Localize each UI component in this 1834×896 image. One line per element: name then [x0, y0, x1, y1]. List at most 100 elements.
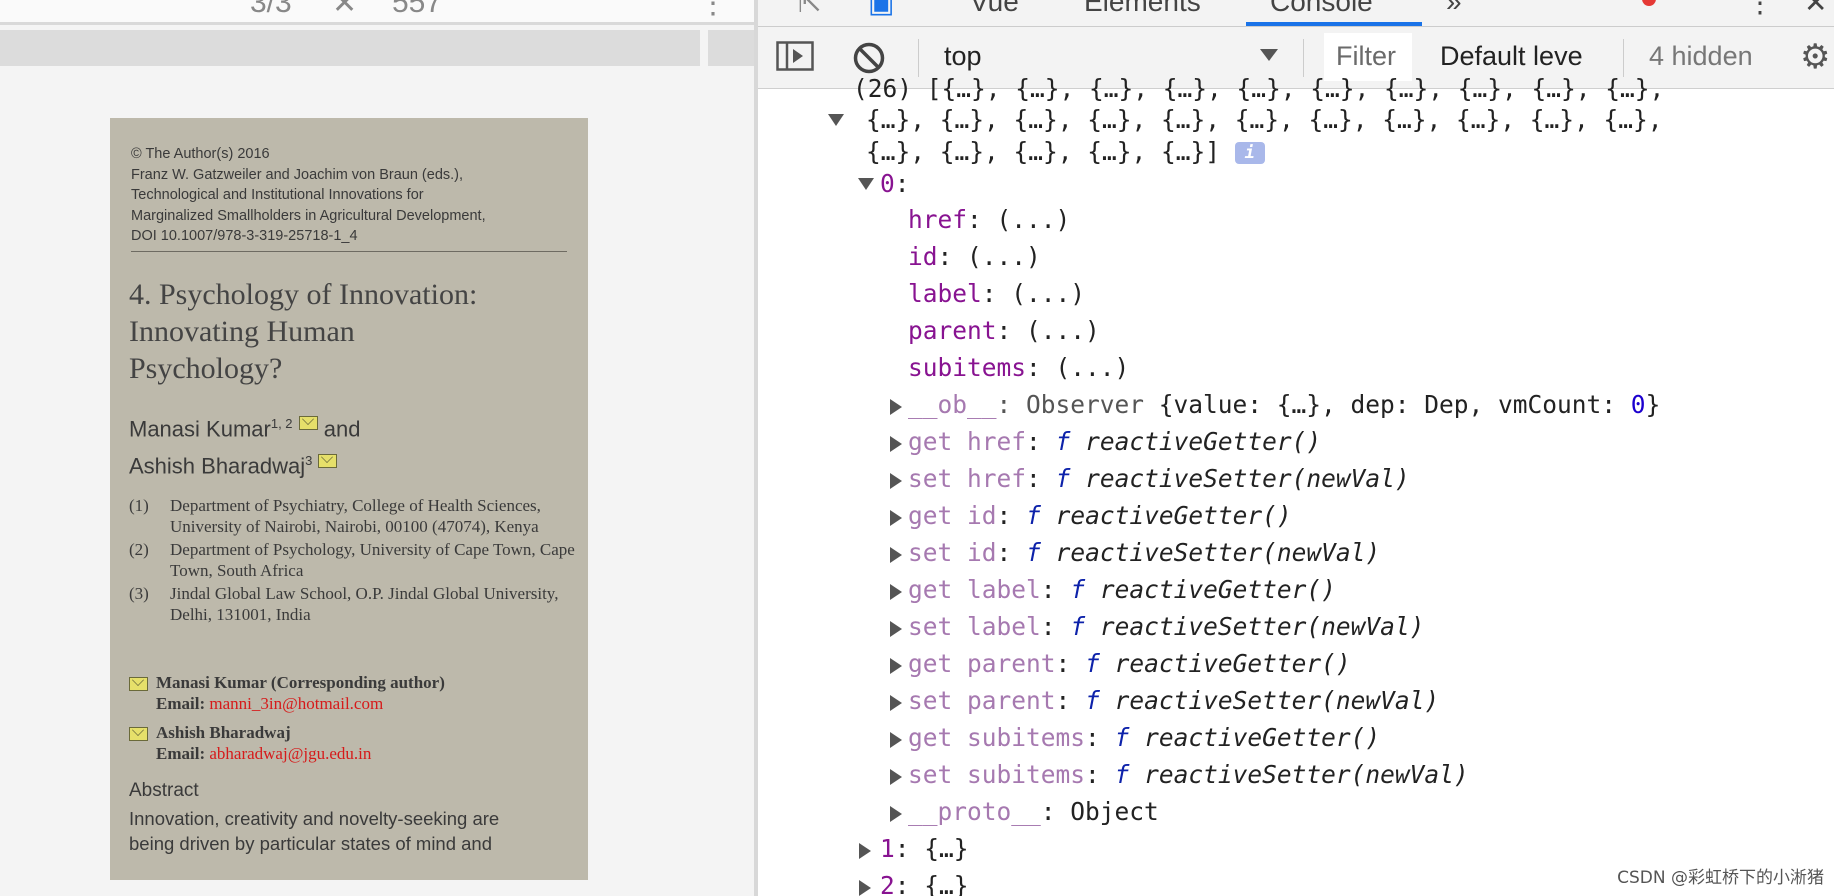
accessor-row[interactable]: get href: f reactiveGetter()	[908, 427, 1321, 456]
accessor-row[interactable]: get parent: f reactiveGetter()	[908, 649, 1351, 678]
info-icon[interactable]: i	[1234, 142, 1265, 164]
property-value[interactable]: : (...)	[967, 205, 1070, 234]
observer-row[interactable]: __ob__: Observer {value: {…}, dep: Dep, …	[908, 390, 1660, 419]
accessor-row[interactable]: set parent: f reactiveSetter(newVal)	[908, 686, 1439, 715]
array-summary-line: (26) [{…}, {…}, {…}, {…}, {…}, {…}, {…},…	[853, 74, 1665, 103]
expand-arrow-icon[interactable]	[859, 843, 871, 859]
title-line: Psychology?	[129, 352, 283, 385]
hidden-count: 4 hidden	[1649, 41, 1753, 71]
expand-arrow-icon[interactable]	[890, 473, 902, 489]
tab-elements[interactable]: Elements	[1084, 0, 1201, 18]
accessor-row[interactable]: get id: f reactiveGetter()	[908, 501, 1292, 530]
device-toggle-icon[interactable]: ▣	[868, 0, 894, 19]
entry-key: 2	[880, 871, 895, 896]
envelope-icon	[129, 677, 148, 691]
sidebar-toggle-icon[interactable]	[776, 41, 814, 76]
gear-icon[interactable]: ⚙	[1800, 37, 1830, 77]
expand-arrow-icon[interactable]	[890, 806, 902, 822]
tab-vue[interactable]: Vue	[970, 0, 1019, 18]
observer-close: }	[1645, 390, 1661, 419]
envelope-icon	[129, 727, 148, 741]
accessor-row[interactable]: set id: f reactiveSetter(newVal)	[908, 538, 1380, 567]
error-badge[interactable]	[1642, 0, 1656, 6]
envelope-icon[interactable]	[318, 453, 338, 468]
expand-arrow-icon[interactable]	[890, 547, 902, 563]
property-key: label	[967, 575, 1041, 604]
chevron-down-icon[interactable]	[1260, 49, 1278, 61]
observer-type: : Observer	[996, 390, 1159, 419]
function-name: reactiveGetter()	[1055, 501, 1292, 530]
object-entry-0[interactable]: 0:	[880, 169, 910, 198]
function-name: reactiveGetter()	[1144, 723, 1381, 752]
expand-arrow-icon[interactable]	[858, 178, 874, 190]
function-icon: f	[1114, 723, 1130, 752]
more-icon[interactable]: ⋮	[698, 0, 728, 21]
expand-arrow-icon[interactable]	[890, 399, 902, 415]
vm-count: 0	[1630, 390, 1646, 419]
toolbar-separator	[1623, 39, 1624, 77]
entry-preview: : {…}	[894, 834, 969, 863]
devtools-menu-icon[interactable]: ⋮	[1746, 0, 1774, 19]
divider	[131, 251, 567, 252]
book-title-line: Technological and Institutional Innovati…	[131, 187, 424, 203]
expand-arrow-icon[interactable]	[890, 436, 902, 452]
context-selector[interactable]: top	[944, 41, 982, 72]
expand-arrow-icon[interactable]	[890, 695, 902, 711]
property-value[interactable]: : (...)	[997, 316, 1100, 345]
corresponding-author-1: Manasi Kumar (Corresponding author) Emai…	[129, 673, 579, 714]
accessor-row[interactable]: get subitems: f reactiveGetter()	[908, 723, 1380, 752]
expand-arrow-icon[interactable]	[890, 658, 902, 674]
affiliation-item: (2) Department of Psychology, University …	[129, 540, 579, 581]
property-value[interactable]: : (...)	[982, 279, 1085, 308]
accessor-kind: set	[908, 538, 953, 567]
expand-arrow-icon[interactable]	[890, 584, 902, 600]
accessor-kind: get	[908, 575, 953, 604]
observer-preview: {value: {…}, dep: Dep, vmCount:	[1158, 390, 1631, 419]
function-name: reactiveGetter()	[1085, 427, 1322, 456]
title-line: 4. Psychology of Innovation:	[129, 278, 478, 311]
entry-key: 1	[880, 834, 895, 863]
object-entry-2[interactable]: 2: {…}	[880, 871, 969, 896]
expand-arrow-icon[interactable]	[859, 880, 871, 896]
email-label: Email:	[156, 693, 206, 713]
more-tabs-button[interactable]: »	[1446, 0, 1462, 18]
affiliation-number: (1)	[129, 496, 149, 515]
email-link[interactable]: abharadwaj@jgu.edu.in	[209, 744, 371, 763]
proto-row[interactable]: __proto__: Object	[908, 797, 1159, 826]
property-key: parent	[967, 649, 1056, 678]
inspect-icon[interactable]: ⇱	[798, 0, 821, 19]
property-value[interactable]: : (...)	[1026, 353, 1129, 382]
accessor-row[interactable]: set label: f reactiveSetter(newVal)	[908, 612, 1424, 641]
filter-placeholder: Filter	[1336, 41, 1396, 71]
function-icon: f	[1055, 427, 1071, 456]
accessor-row[interactable]: set subitems: f reactiveSetter(newVal)	[908, 760, 1469, 789]
function-name: reactiveSetter(newVal)	[1114, 686, 1440, 715]
accessor-row[interactable]: set href: f reactiveSetter(newVal)	[908, 464, 1410, 493]
expand-arrow-icon[interactable]	[890, 510, 902, 526]
log-levels-dropdown[interactable]: Default leve	[1440, 41, 1583, 72]
expand-arrow-icon[interactable]	[890, 621, 902, 637]
object-entry-1[interactable]: 1: {…}	[880, 834, 969, 863]
toolbar-separator	[918, 39, 919, 77]
envelope-icon[interactable]	[298, 416, 318, 431]
affiliation-text: Jindal Global Law School, O.P. Jindal Gl…	[170, 584, 559, 624]
accessor-row[interactable]: get label: f reactiveGetter()	[908, 575, 1336, 604]
entry-preview: : {…}	[894, 871, 969, 896]
pdf-toolbar: 3/3 ✕ 557 ⋮	[0, 0, 754, 25]
array-summary-line: {…}, {…}, {…}, {…}, {…}, {…}, {…}, {…}, …	[866, 105, 1663, 134]
property-row: parent: (...)	[908, 316, 1100, 345]
expand-arrow-icon[interactable]	[828, 114, 844, 126]
accessor-kind: get	[908, 649, 953, 678]
tab-console[interactable]: Console	[1270, 0, 1373, 18]
property-value[interactable]: : (...)	[938, 242, 1041, 271]
expand-arrow-icon[interactable]	[890, 769, 902, 785]
affiliation-item: (1) Department of Psychiatry, College of …	[129, 496, 579, 537]
pdf-scrollbar[interactable]	[0, 30, 754, 66]
array-summary-line: {…}, {…}, {…}, {…}, {…}] i	[866, 137, 1265, 166]
close-devtools-icon[interactable]: ✕	[1804, 0, 1827, 19]
property-key: subitems	[967, 723, 1086, 752]
property-key: __ob__	[908, 390, 997, 419]
close-icon[interactable]: ✕	[332, 0, 357, 21]
expand-arrow-icon[interactable]	[890, 732, 902, 748]
email-link[interactable]: manni_3in@hotmail.com	[209, 694, 383, 713]
